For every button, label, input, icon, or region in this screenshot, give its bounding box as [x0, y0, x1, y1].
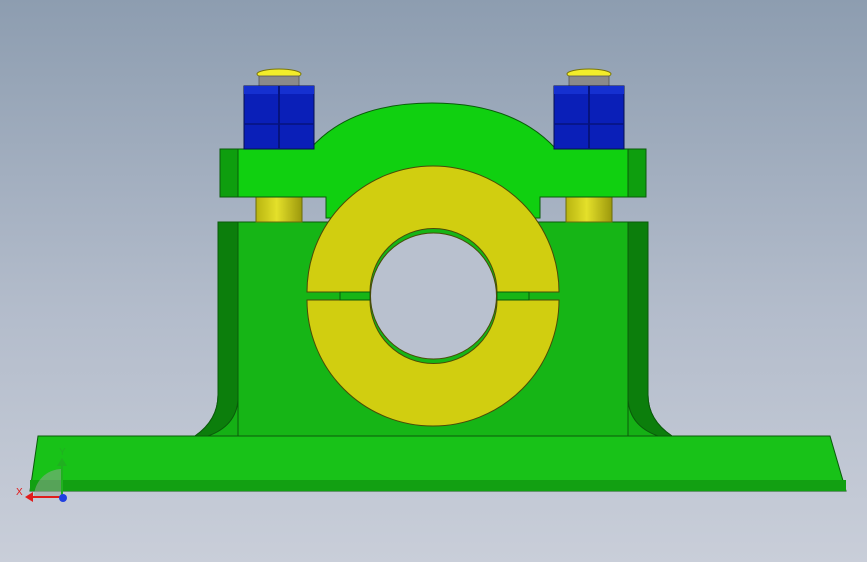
x-axis-arrow: [25, 492, 33, 502]
cad-viewport[interactable]: Y X: [0, 0, 867, 562]
right-bolt-shank[interactable]: [565, 196, 613, 223]
left-bolt-shank[interactable]: [255, 196, 303, 223]
housing-left-side-face: [193, 221, 239, 437]
cap-left-side-face: [219, 148, 239, 198]
x-axis-label: X: [16, 487, 23, 498]
base-foot-front-face: [30, 480, 846, 491]
right-nut[interactable]: [553, 68, 625, 150]
cap-right-side-face: [627, 148, 647, 198]
shaft-bore[interactable]: [370, 232, 497, 360]
right-bolt-thread: [568, 75, 610, 87]
split-gap-right: [496, 291, 530, 301]
split-gap-left: [339, 291, 371, 301]
z-axis-dot: [59, 494, 67, 502]
pillow-block-model[interactable]: Y X: [0, 0, 867, 562]
left-bolt-thread: [258, 75, 300, 87]
left-nut[interactable]: [243, 68, 315, 150]
housing-right-side-face: [627, 221, 674, 437]
y-axis-label: Y: [59, 447, 66, 458]
